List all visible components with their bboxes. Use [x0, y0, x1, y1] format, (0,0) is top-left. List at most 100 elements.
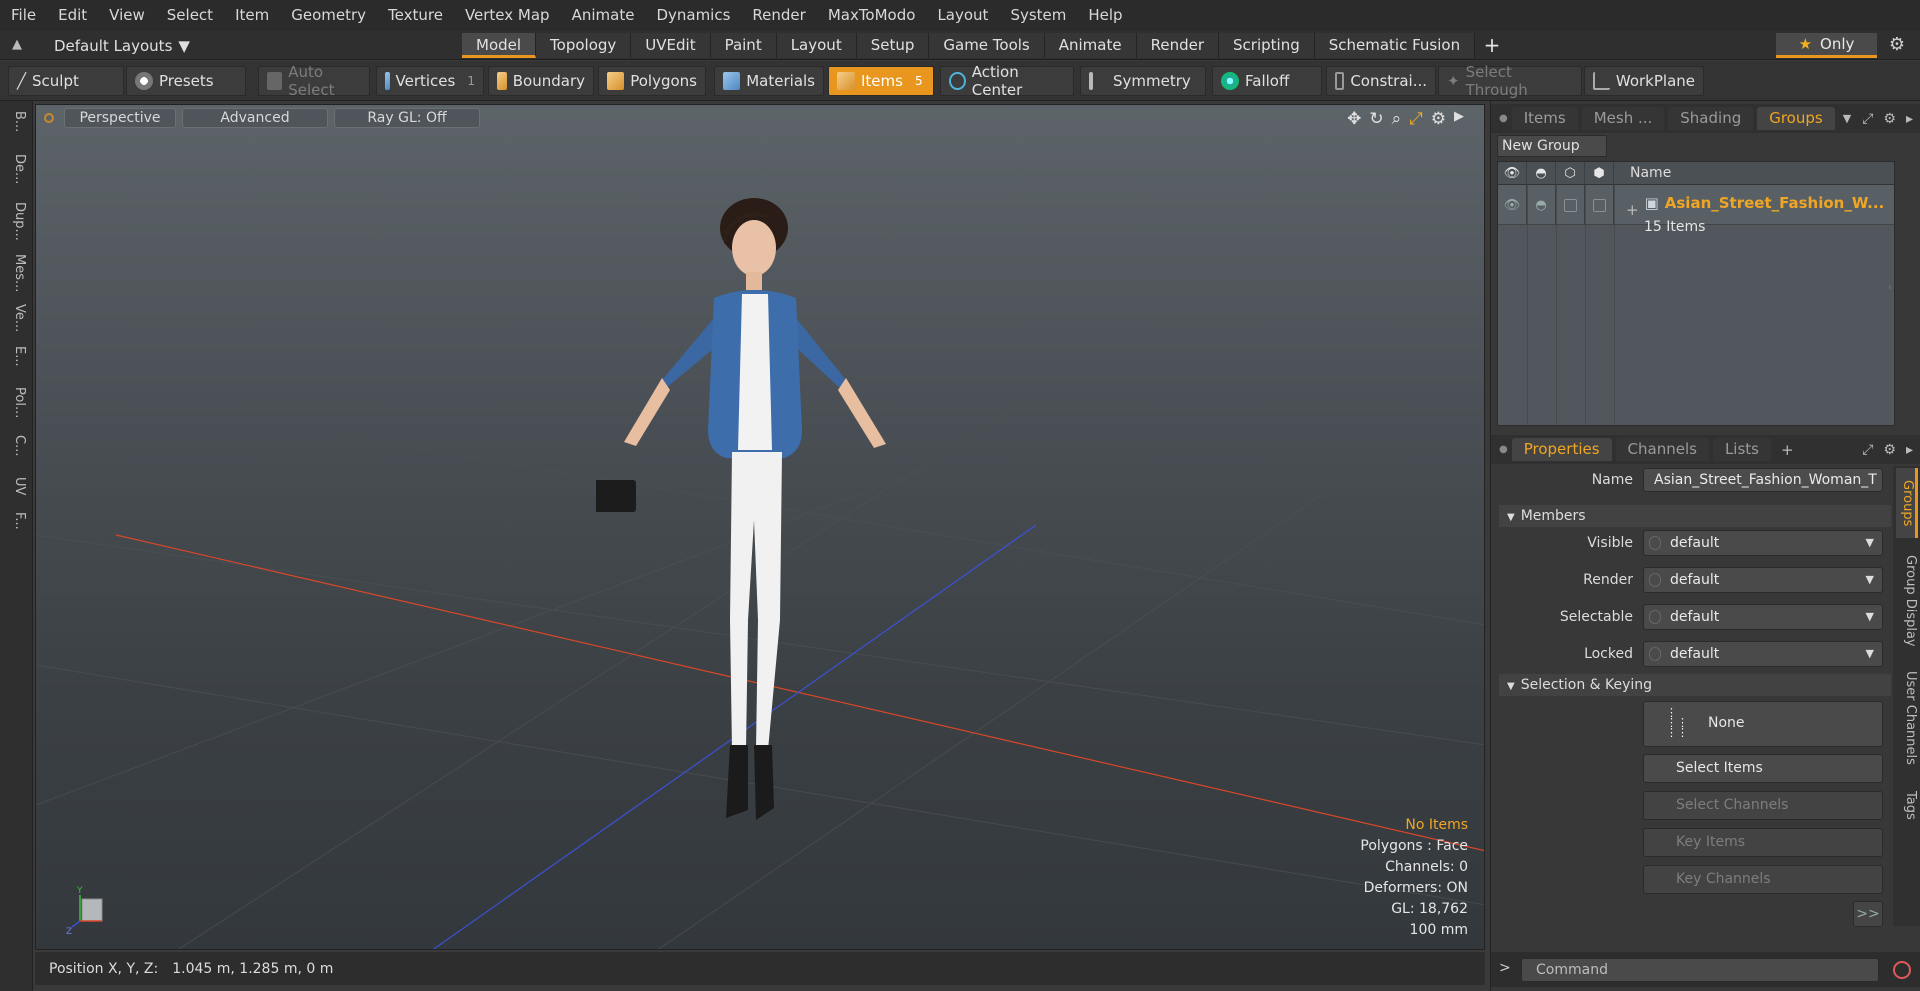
members-section[interactable]: ▼ Members	[1499, 505, 1891, 527]
left-tab-6[interactable]: E...	[5, 343, 27, 369]
left-tab-8[interactable]: C...	[5, 433, 27, 459]
properties-arrow-icon[interactable]: ▸	[1906, 442, 1913, 458]
tab-animate[interactable]: Animate	[1044, 33, 1137, 58]
layout-collapse-icon[interactable]: ▲	[12, 37, 28, 53]
side-tab-user-channels[interactable]: User Channels	[1896, 662, 1918, 774]
tab-channels[interactable]: Channels	[1615, 438, 1709, 461]
select-items-button[interactable]: Select Items	[1643, 754, 1883, 783]
left-tab-2[interactable]: De...	[5, 149, 27, 189]
only-button[interactable]: ★ Only	[1776, 33, 1877, 58]
menu-select[interactable]: Select	[156, 0, 224, 31]
side-tab-groups[interactable]: Groups	[1896, 468, 1918, 538]
items-button[interactable]: Items 5	[828, 66, 934, 96]
menu-vertex-map[interactable]: Vertex Map	[454, 0, 561, 31]
group-row[interactable]: 👁 ◓ + ▣ Asian_Street_Fashion_W... 15 Ite…	[1498, 185, 1894, 235]
more-button[interactable]: >>	[1853, 901, 1883, 927]
auto-select-button[interactable]: Auto Select	[258, 63, 370, 99]
side-tab-group-display[interactable]: Group Display	[1896, 546, 1918, 656]
panel-gear-icon[interactable]: ⚙	[1883, 111, 1896, 127]
3d-viewport[interactable]: Perspective Advanced Ray GL: Off ✥ ↻ ⌕ ⤢…	[35, 104, 1485, 950]
menu-geometry[interactable]: Geometry	[280, 0, 377, 31]
menu-maxtomodo[interactable]: MaxToModo	[817, 0, 927, 31]
left-tab-1[interactable]: B...	[5, 107, 27, 137]
tab-schematic-fusion[interactable]: Schematic Fusion	[1314, 33, 1476, 58]
selection-keying-section[interactable]: ▼ Selection & Keying	[1499, 674, 1891, 696]
tab-model[interactable]: Model	[462, 33, 537, 58]
character-model[interactable]	[596, 190, 926, 890]
raygl-button[interactable]: Ray GL: Off	[334, 108, 480, 128]
row-render-icon[interactable]: ◓	[1527, 185, 1556, 225]
menu-animate[interactable]: Animate	[561, 0, 646, 31]
record-icon[interactable]	[1893, 961, 1911, 979]
constraints-button[interactable]: Constrai...	[1326, 66, 1436, 96]
key-channels-button[interactable]: Key Channels	[1643, 865, 1883, 894]
properties-menu-icon[interactable]: ●	[1499, 444, 1508, 455]
menu-texture[interactable]: Texture	[377, 0, 454, 31]
left-tab-9[interactable]: UV	[5, 473, 27, 499]
visible-dropdown[interactable]: default ▼	[1643, 530, 1883, 556]
add-properties-tab-icon[interactable]: +	[1781, 441, 1794, 459]
select-channels-button[interactable]: Select Channels	[1643, 791, 1883, 820]
boundary-button[interactable]: Boundary	[488, 66, 594, 96]
viewport-menu-icon[interactable]	[44, 113, 54, 123]
view-mode-button[interactable]: Perspective	[64, 108, 176, 128]
expand-icon[interactable]: +	[1626, 201, 1639, 219]
row-visibility-icon[interactable]: 👁	[1498, 185, 1527, 225]
fit-view-icon[interactable]: ⤢	[1409, 109, 1423, 129]
menu-file[interactable]: File	[0, 0, 47, 31]
rotate-view-icon[interactable]: ↻	[1369, 109, 1383, 129]
sculpt-button[interactable]: ╱ Sculpt	[8, 66, 124, 96]
tabs-dropdown-icon[interactable]: ▼	[1843, 112, 1851, 125]
gear-icon[interactable]: ⚙	[1886, 34, 1908, 56]
tab-groups[interactable]: Groups	[1757, 107, 1835, 130]
locked-dropdown[interactable]: default ▼	[1643, 641, 1883, 667]
tab-scripting[interactable]: Scripting	[1219, 33, 1315, 58]
panel-menu-icon[interactable]: ●	[1499, 113, 1508, 124]
tab-items[interactable]: Items	[1511, 107, 1578, 130]
selectable-dropdown[interactable]: default ▼	[1643, 604, 1883, 630]
left-tab-3[interactable]: Dup...	[5, 199, 27, 243]
menu-item[interactable]: Item	[224, 0, 280, 31]
tab-topology[interactable]: Topology	[536, 33, 632, 58]
tab-shading[interactable]: Shading	[1668, 107, 1754, 130]
left-tab-10[interactable]: F...	[5, 509, 27, 533]
tab-game-tools[interactable]: Game Tools	[929, 33, 1045, 58]
tab-mesh[interactable]: Mesh ...	[1581, 107, 1665, 130]
move-view-icon[interactable]: ✥	[1347, 109, 1361, 129]
add-tab-icon[interactable]: +	[1480, 33, 1504, 58]
visibility-column-icon[interactable]: 👁	[1498, 161, 1527, 185]
symmetry-button[interactable]: Symmetry	[1080, 66, 1206, 96]
row-locked-toggle[interactable]	[1585, 185, 1614, 225]
menu-edit[interactable]: Edit	[47, 0, 98, 31]
left-tab-7[interactable]: Pol...	[5, 383, 27, 423]
selectable-column-icon[interactable]: ⬡	[1556, 161, 1585, 185]
layout-selector[interactable]: Default Layouts ▼	[54, 35, 190, 56]
viewport-settings-icon[interactable]: ⚙	[1431, 109, 1446, 129]
tab-setup[interactable]: Setup	[856, 33, 930, 58]
expand-panel-icon[interactable]: ⤢	[1862, 111, 1873, 127]
side-tab-tags[interactable]: Tags	[1896, 780, 1918, 830]
menu-help[interactable]: Help	[1077, 0, 1133, 31]
render-dropdown[interactable]: default ▼	[1643, 567, 1883, 593]
tab-layout[interactable]: Layout	[776, 33, 857, 58]
menu-layout[interactable]: Layout	[926, 0, 999, 31]
list-scrollbar[interactable]: ‹	[1888, 282, 1892, 293]
action-center-button[interactable]: Action Center	[940, 63, 1074, 99]
key-items-button[interactable]: Key Items	[1643, 828, 1883, 857]
left-tab-4[interactable]: Mes...	[5, 253, 27, 293]
select-through-button[interactable]: ✦ Select Through	[1438, 63, 1582, 99]
none-button[interactable]: ⋮ ⋮⋮ ⋮⋮ None	[1643, 701, 1883, 747]
zoom-view-icon[interactable]: ⌕	[1392, 109, 1402, 129]
vertices-button[interactable]: Vertices 1	[376, 66, 484, 96]
menu-system[interactable]: System	[999, 0, 1077, 31]
polygons-button[interactable]: Polygons	[598, 66, 706, 96]
workplane-button[interactable]: WorkPlane	[1584, 66, 1704, 96]
command-input[interactable]: Command	[1521, 958, 1879, 982]
tab-properties[interactable]: Properties	[1511, 438, 1612, 461]
play-icon[interactable]: ▶	[1454, 109, 1464, 129]
properties-gear-icon[interactable]: ⚙	[1883, 442, 1896, 458]
menu-render[interactable]: Render	[741, 0, 816, 31]
falloff-button[interactable]: Falloff	[1212, 66, 1322, 96]
menu-dynamics[interactable]: Dynamics	[645, 0, 741, 31]
render-column-icon[interactable]: ◓	[1527, 161, 1556, 185]
